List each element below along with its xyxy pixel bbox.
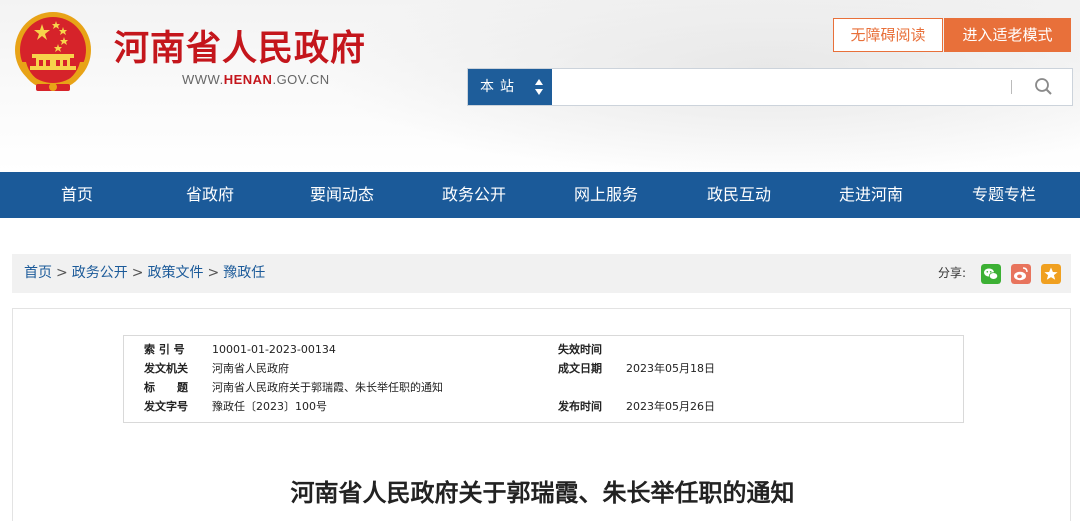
site-url-prefix: WWW. [182,72,224,87]
search-divider [1011,80,1012,94]
publish-time-label: 发布时间 [558,400,602,413]
breadcrumb-separator: > [56,265,68,281]
metadata-row: 标 题 河南省人民政府关于郭瑞霞、朱长举任职的通知 [124,378,965,397]
weibo-icon[interactable] [1011,264,1031,284]
issuing-authority-label: 发文机关 [144,362,188,375]
document-number-label: 发文字号 [144,400,188,413]
accessible-reading-button[interactable]: 无障碍阅读 [833,18,943,52]
document-number-value: 豫政任〔2023〕100号 [212,400,327,413]
site-url-domain: HENAN [223,72,273,87]
nav-item-about-henan[interactable]: 走进河南 [811,172,931,218]
article-title: 河南省人民政府关于郭瑞霞、朱长举任职的通知 [290,478,795,507]
index-number-value: 10001-01-2023-00134 [212,343,336,356]
article-panel: 索 引 号 10001-01-2023-00134 失效时间 发文机关 河南省人… [12,308,1071,521]
breadcrumb-current[interactable]: 豫政任 [223,265,265,281]
breadcrumb-separator: > [207,265,220,281]
publish-time-value: 2023年05月26日 [626,400,715,413]
search-scope-label: 本站 [480,79,520,95]
subject-label: 标 题 [144,381,188,394]
star-favorite-icon[interactable] [1041,264,1061,284]
site-url-suffix: .GOV.CN [272,72,330,87]
breadcrumb-bar: 首页 > 政务公开 > 政策文件 > 豫政任 分享: [12,254,1071,293]
site-url: WWW.HENAN.GOV.CN [182,72,330,87]
nav-item-news[interactable]: 要闻动态 [282,172,402,218]
search-bar: 本站 [467,68,1073,106]
sort-arrows-icon [535,79,543,95]
document-metadata-table: 索 引 号 10001-01-2023-00134 失效时间 发文机关 河南省人… [123,335,964,423]
metadata-row: 发文字号 豫政任〔2023〕100号 发布时间 2023年05月26日 [124,397,965,416]
index-number-label: 索 引 号 [144,343,185,356]
breadcrumb-government-affairs[interactable]: 政务公开 [72,265,128,281]
nav-item-provincial-government[interactable]: 省政府 [150,172,270,218]
subject-value: 河南省人民政府关于郭瑞霞、朱长举任职的通知 [212,381,443,394]
breadcrumb-home[interactable]: 首页 [24,265,52,281]
nav-item-home[interactable]: 首页 [17,172,137,218]
metadata-row: 索 引 号 10001-01-2023-00134 失效时间 [124,340,965,359]
nav-item-special-topics[interactable]: 专题专栏 [944,172,1064,218]
breadcrumb: 首页 > 政务公开 > 政策文件 > 豫政任 [24,254,265,293]
nav-item-online-services[interactable]: 网上服务 [546,172,666,218]
metadata-row: 发文机关 河南省人民政府 成文日期 2023年05月18日 [124,359,965,378]
search-icon[interactable] [1028,75,1060,99]
written-date-value: 2023年05月18日 [626,362,715,375]
breadcrumb-separator: > [131,265,144,281]
site-title[interactable]: 河南省人民政府 [114,20,366,71]
issuing-authority-value: 河南省人民政府 [212,362,289,375]
share-label: 分享: [938,266,967,280]
written-date-label: 成文日期 [558,362,602,375]
national-emblem-logo[interactable] [12,10,94,94]
site-header: 河南省人民政府 WWW.HENAN.GOV.CN 无障碍阅读 进入适老模式 本站 [0,0,1080,172]
elder-mode-button[interactable]: 进入适老模式 [944,18,1071,52]
main-nav: 首页 省政府 要闻动态 政务公开 网上服务 政民互动 走进河南 专题专栏 [0,172,1080,218]
nav-item-government-affairs[interactable]: 政务公开 [414,172,534,218]
search-scope-select[interactable]: 本站 [468,69,552,105]
breadcrumb-policy-documents[interactable]: 政策文件 [147,265,203,281]
wechat-icon[interactable] [981,264,1001,284]
expiry-time-label: 失效时间 [558,343,602,356]
nav-item-interaction[interactable]: 政民互动 [679,172,799,218]
search-input[interactable] [554,69,1002,105]
